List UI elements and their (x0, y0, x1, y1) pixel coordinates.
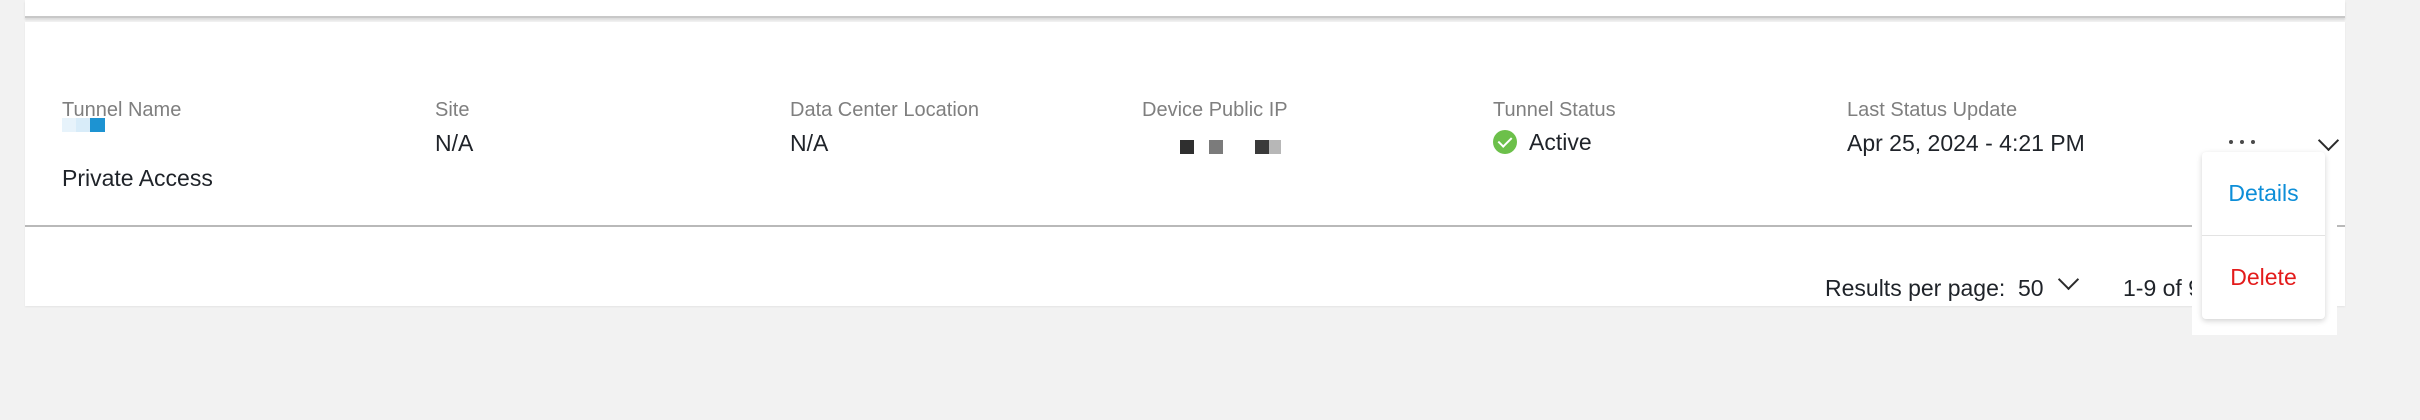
last-status-update-value: Apr 25, 2024 - 4:21 PM (1847, 130, 2085, 156)
header-device-public-ip: Device Public IP (1142, 99, 1288, 121)
page-range-text: 1-9 of 9 (2123, 275, 2201, 301)
chevron-down-icon (2057, 268, 2080, 291)
delete-menu-item[interactable]: Delete (2202, 236, 2325, 319)
header-site: Site (435, 99, 470, 121)
details-menu-item[interactable]: Details (2202, 152, 2325, 235)
header-tunnel-name: Tunnel Name (62, 99, 182, 121)
device-public-ip-redacted-value (1180, 140, 1290, 154)
tunnel-details-panel: Tunnel Name Site Data Center Location De… (25, 22, 2345, 306)
top-panel (25, 0, 2345, 18)
check-circle-icon (1493, 130, 1517, 154)
row-divider (25, 225, 2345, 227)
tunnel-name-value: Private Access (62, 165, 213, 191)
header-data-center-location: Data Center Location (790, 99, 980, 121)
results-per-page-value: 50 (2018, 275, 2044, 301)
tunnel-name-redacted-value (62, 118, 105, 132)
tunnel-status-value: Active (1529, 128, 1592, 155)
header-tunnel-status: Tunnel Status (1493, 99, 1616, 121)
results-per-page-select[interactable]: 50 (2015, 268, 2103, 304)
data-center-location-value: N/A (790, 130, 829, 156)
row-actions-menu: Details Delete (2202, 152, 2325, 319)
more-horizontal-icon (2229, 140, 2257, 144)
header-last-status-update: Last Status Update (1847, 99, 2018, 121)
tunnel-status: Active (1493, 128, 1592, 156)
results-per-page-label: Results per page: (1825, 275, 2006, 301)
chevron-down-icon (2317, 129, 2340, 152)
site-value: N/A (435, 130, 474, 156)
